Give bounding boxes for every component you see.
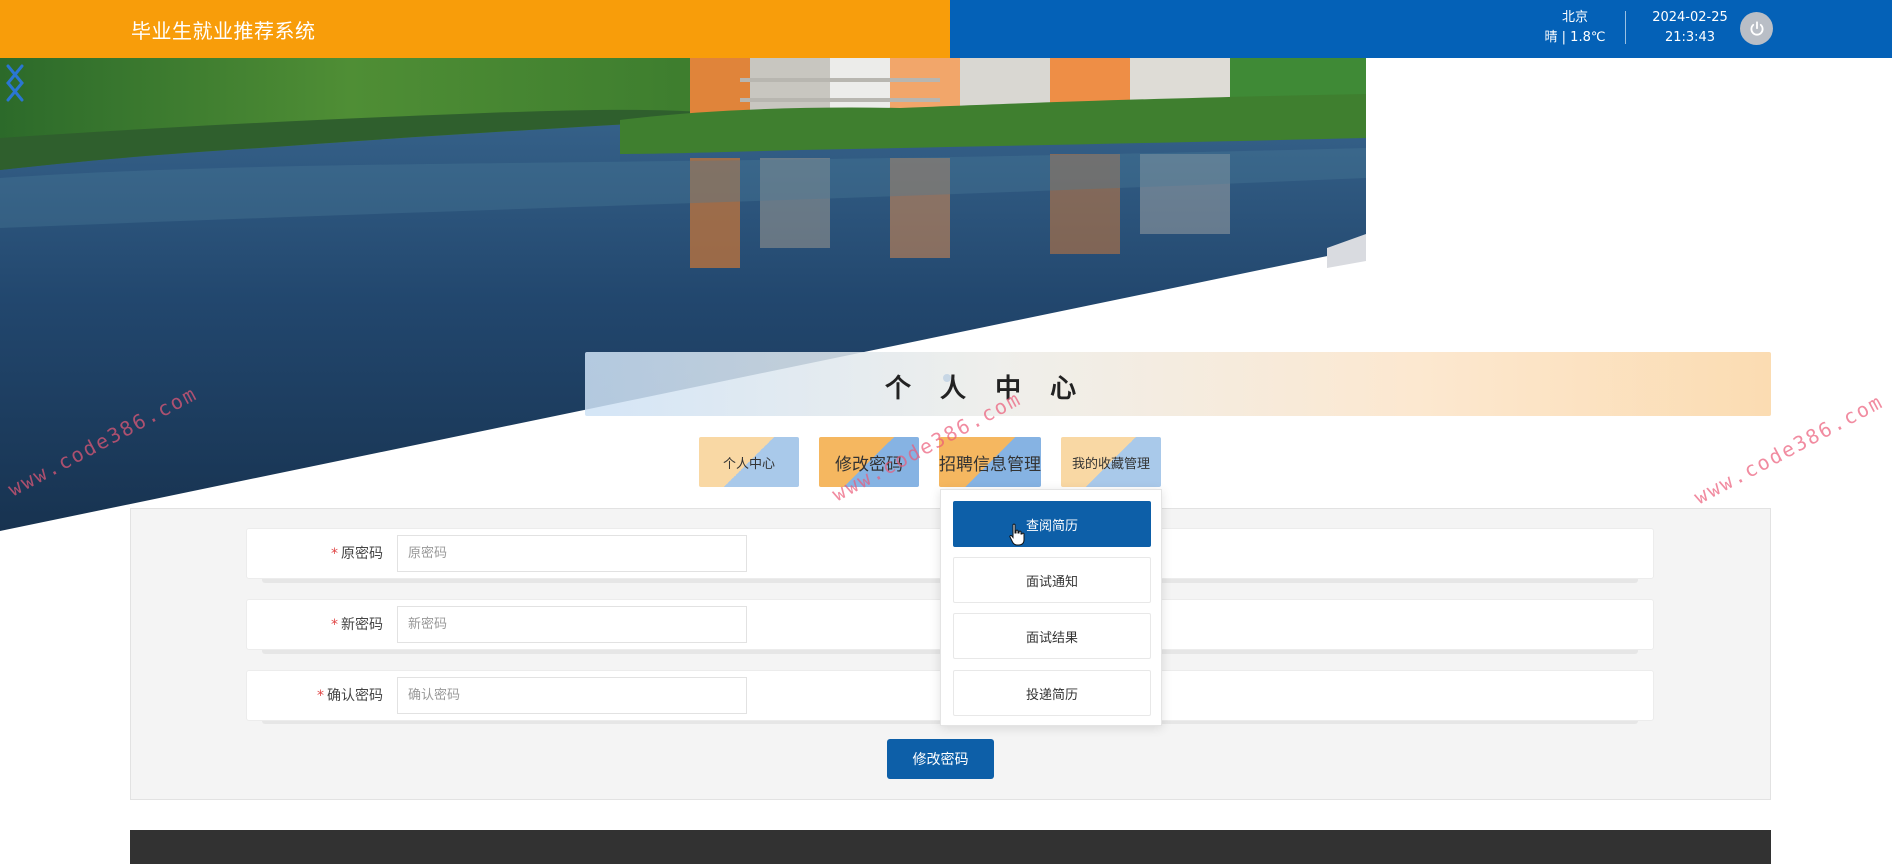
- hand-cursor-icon: [1009, 523, 1025, 546]
- tab-personal-center[interactable]: 个人中心: [699, 437, 799, 487]
- menu-item-submit-resume[interactable]: 投递简历: [953, 670, 1151, 716]
- power-icon: [1750, 20, 1763, 36]
- power-button[interactable]: [1740, 12, 1773, 45]
- weather-widget: 北京 晴 | 1.8℃: [1540, 8, 1610, 48]
- tab-favorites-management[interactable]: 我的收藏管理: [1061, 437, 1161, 487]
- top-header: 毕业生就业推荐系统 北京 晴 | 1.8℃ 2024-02-25 21:3:43: [0, 0, 1892, 58]
- menu-item-view-resume[interactable]: 查阅简历: [953, 501, 1151, 547]
- tab-label: 招聘信息管理: [939, 454, 1041, 475]
- header-brand-area: 毕业生就业推荐系统: [0, 0, 950, 58]
- datetime-widget: 2024-02-25 21:3:43: [1645, 8, 1735, 48]
- menu-item-interview-notice[interactable]: 面试通知: [953, 557, 1151, 603]
- carousel-next-icon[interactable]: [0, 58, 30, 108]
- tab-label: 我的收藏管理: [1071, 456, 1150, 472]
- weather-desc: 晴 | 1.8℃: [1544, 30, 1606, 45]
- recruitment-dropdown-menu: 查阅简历 面试通知 面试结果 投递简历: [940, 489, 1162, 726]
- app-title: 毕业生就业推荐系统: [131, 19, 316, 43]
- header-info-area: 北京 晴 | 1.8℃ 2024-02-25 21:3:43: [950, 0, 1892, 58]
- section-title-bar: [585, 352, 1771, 416]
- new-password-label: * 新密码: [331, 617, 383, 633]
- tab-label: 个人中心: [722, 456, 775, 472]
- weather-city: 北京: [1561, 10, 1588, 25]
- old-password-field[interactable]: [397, 535, 747, 572]
- new-password-field[interactable]: [397, 606, 747, 643]
- header-divider: [1625, 11, 1626, 44]
- current-time: 21:3:43: [1664, 30, 1716, 45]
- confirm-password-field[interactable]: [397, 677, 747, 714]
- submit-change-password-button[interactable]: 修改密码: [887, 739, 994, 779]
- menu-item-interview-result[interactable]: 面试结果: [953, 613, 1151, 659]
- confirm-password-label: * 确认密码: [317, 688, 383, 704]
- footer-bar: [130, 830, 1771, 864]
- old-password-label: * 原密码: [331, 546, 383, 562]
- current-date: 2024-02-25: [1652, 10, 1728, 25]
- section-title: 个 人 中 心: [885, 374, 1087, 404]
